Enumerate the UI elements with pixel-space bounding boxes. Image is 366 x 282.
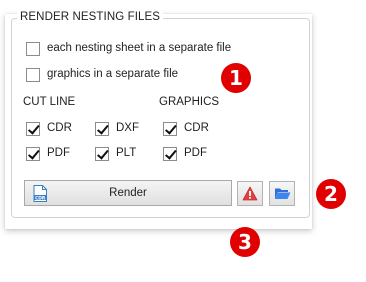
cut-line-cdr-label[interactable]: CDR — [47, 122, 72, 134]
graphics-heading: GRAPHICS — [159, 96, 220, 108]
graphics-pdf-label[interactable]: PDF — [184, 147, 207, 159]
graphics-cdr-checkbox[interactable] — [163, 122, 177, 136]
graphics-cdr-label[interactable]: CDR — [184, 122, 209, 134]
separate-sheet-checkbox[interactable] — [26, 42, 40, 56]
separate-graphics-label[interactable]: graphics in a separate file — [47, 68, 178, 80]
warning-icon — [242, 186, 258, 201]
separate-sheet-label[interactable]: each nesting sheet in a separate file — [47, 42, 231, 54]
group-title: RENDER NESTING FILES — [17, 11, 164, 23]
render-button-label: Render — [109, 187, 147, 199]
open-folder-button[interactable] — [269, 181, 295, 206]
warning-button[interactable] — [237, 181, 263, 206]
callout-3: 3 — [230, 227, 260, 257]
folder-open-icon — [275, 188, 291, 199]
cut-line-pdf-checkbox[interactable] — [26, 147, 40, 161]
callout-2: 2 — [316, 179, 346, 209]
cut-line-heading: CUT LINE — [23, 96, 76, 108]
separate-graphics-checkbox[interactable] — [26, 68, 40, 82]
cut-line-cdr-checkbox[interactable] — [26, 122, 40, 136]
cut-line-dxf-label[interactable]: DXF — [116, 122, 139, 134]
cut-line-plt-label[interactable]: PLT — [116, 147, 136, 159]
render-button[interactable]: CDR Render — [24, 180, 232, 206]
cut-line-plt-checkbox[interactable] — [95, 147, 109, 161]
graphics-pdf-checkbox[interactable] — [163, 147, 177, 161]
cut-line-dxf-checkbox[interactable] — [95, 122, 109, 136]
callout-1: 1 — [221, 63, 251, 93]
cut-line-pdf-label[interactable]: PDF — [47, 147, 70, 159]
